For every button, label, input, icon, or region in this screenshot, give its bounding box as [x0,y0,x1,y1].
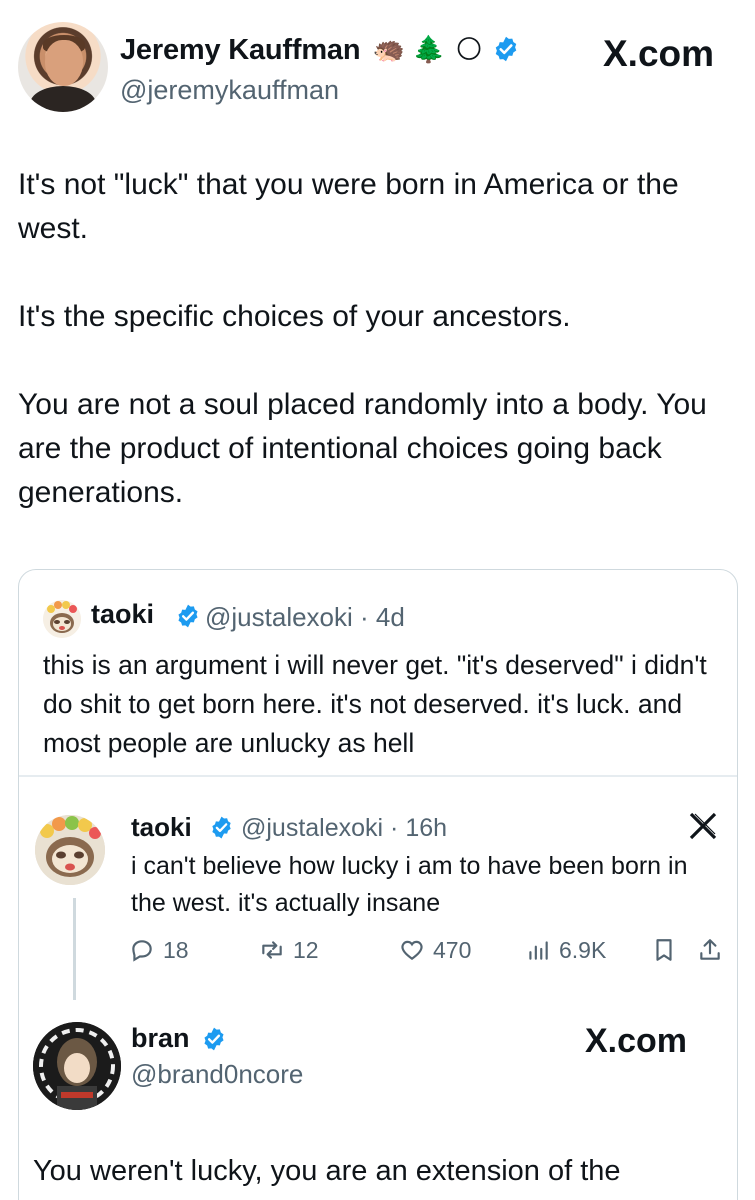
verified-badge-icon [495,36,517,62]
tree-icon: 🌲 [412,33,446,64]
views-button[interactable]: 6.9K [525,932,606,968]
sloth-avatar-icon [35,815,105,885]
thread-connector [73,898,76,1000]
verified-badge-icon [178,604,198,628]
share-button[interactable] [697,932,723,968]
quote-author-handle[interactable]: @justalexoki · 4d [205,602,405,633]
verified-badge-icon [212,816,231,839]
verified-badge-icon [204,1027,224,1051]
reply-button[interactable]: 18 [129,932,189,968]
tweet-text: It's not "luck" that you were born in Am… [18,163,743,559]
like-count: 470 [433,936,472,963]
like-button[interactable]: 470 [399,932,471,968]
bookmark-icon [656,939,672,961]
author-name[interactable]: Jeremy Kauffman [120,34,361,67]
views-icon [529,941,548,960]
quote-avatar [43,600,81,638]
repost-button[interactable]: 12 [259,932,319,968]
avatar-face [45,40,83,86]
inner-tweet-author-handle[interactable]: @justalexoki · 16h [241,814,447,843]
hedgehog-icon: 🦔 [372,33,406,64]
moon-icon: 🌕 [455,33,483,64]
author-handle[interactable]: @jeremykauffman [120,75,339,106]
share-icon [700,939,720,960]
reply-author-avatar[interactable] [33,1022,121,1110]
site-label: X.com [603,33,715,74]
tweet-actions: 18 12 470 6.9K [129,932,724,968]
avatar-shirt [30,86,96,112]
quoted-tweet-card[interactable]: taoki @justalexoki · 4d this is an argum… [18,569,738,1200]
reply-icon [132,940,152,962]
heart-icon [401,940,423,960]
divider [19,775,737,777]
inner-tweet-avatar[interactable] [35,815,105,885]
tweet-paragraph: It's not "luck" that you were born in Am… [18,168,679,245]
x-logo-icon [689,812,717,840]
repost-count: 12 [293,936,319,963]
author-emoji-row: 🦔 🌲 🌕 [372,32,520,66]
bookmark-button[interactable] [651,932,677,968]
reply-text: You weren't lucky, you are an extension … [33,1155,621,1187]
view-count: 6.9K [559,936,607,963]
reply-author-handle[interactable]: @brand0ncore [131,1059,303,1090]
sloth-avatar-icon [43,600,81,638]
quote-author-name[interactable]: taoki [91,599,154,630]
site-label: X.com [585,1022,688,1060]
inner-tweet-author-name[interactable]: taoki [131,812,192,843]
reply-count: 18 [163,936,189,963]
reply-author-name[interactable]: bran [131,1023,190,1054]
repost-icon [262,941,282,959]
anime-avatar-icon [33,1022,121,1110]
tweet-paragraph: It's the specific choices of your ancest… [18,300,571,333]
tweet-paragraph: You are not a soul placed randomly into … [18,388,707,509]
author-avatar[interactable] [18,22,108,112]
inner-tweet-text: i can't believe how lucky i am to have b… [131,852,688,917]
quote-text: this is an argument i will never get. "i… [43,650,707,758]
